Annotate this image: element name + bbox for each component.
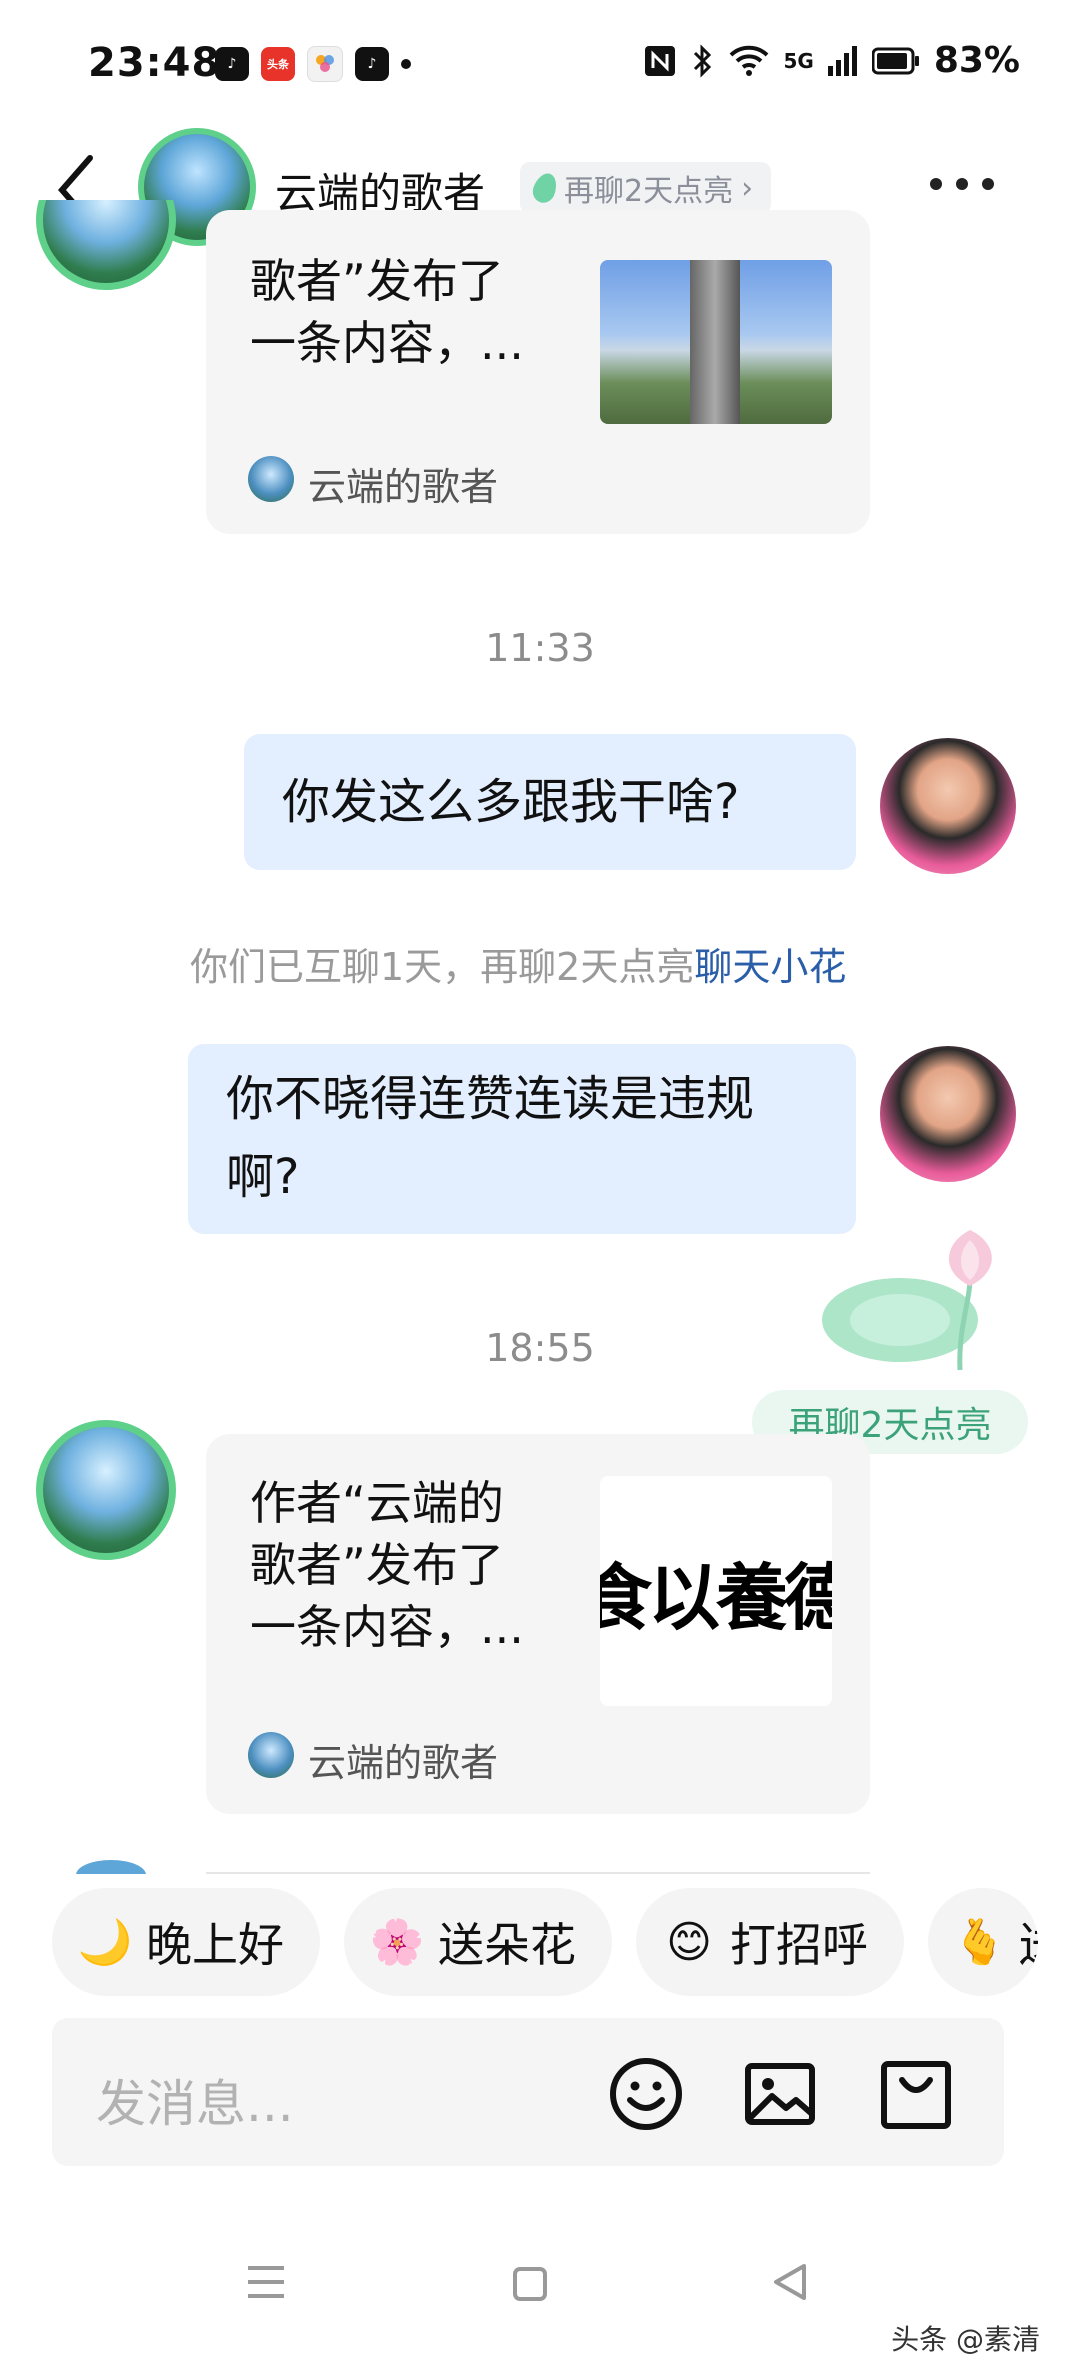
emoji-icon[interactable] [608,2056,684,2132]
quick-reply-label: 打招呼 [730,1918,868,1972]
bluetooth-icon [694,43,712,78]
card-text-line: 歌者”发布了 [250,254,504,308]
more-dot [930,178,942,190]
signal-icon [827,45,857,76]
quick-reply-send-flower[interactable]: 🌸 送朵花 [344,1888,612,1996]
home-icon[interactable] [512,2266,548,2302]
chat-flower-link[interactable]: 聊天小花 [694,945,846,989]
multicolor-app-icon [307,46,343,82]
quick-reply-greet[interactable]: 😊 打招呼 [636,1888,904,1996]
image-icon[interactable] [742,2056,818,2132]
my-avatar[interactable] [880,1046,1016,1182]
streak-chip[interactable]: 再聊2天点亮 › [520,162,772,214]
quick-reply-label: 晚上好 [146,1918,284,1972]
my-message-bubble[interactable]: 你不晓得连赞连读是违规 啊? [188,1044,856,1234]
quick-reply-row: 🌙 晚上好 🌸 送朵花 😊 打招呼 🫰 送 [52,1888,1038,1996]
menu-icon[interactable] [246,2264,286,2300]
card-text-line: 歌者”发布了 [250,1538,504,1592]
wifi-icon [730,45,769,76]
card-author: 云端的歌者 [308,1741,499,1785]
next-message-partial [36,1860,876,1874]
bubble-text-line: 你不晓得连赞连读是违规 [226,1071,755,1127]
quick-reply-send-heart[interactable]: 🫰 送 [928,1888,1038,1996]
battery-level: 83% [933,40,1020,81]
nfc-icon [645,45,676,76]
author-avatar-icon [248,456,294,502]
thumbnail-pole [690,260,740,424]
message-timestamp: 11:33 [485,626,595,670]
card-thumbnail [600,260,832,424]
other-avatar [36,200,176,290]
author-avatar-icon [248,1732,294,1778]
shared-content-card[interactable]: 歌者”发布了 一条内容，... 云端的歌者 [206,210,870,534]
leaf-icon [529,170,561,206]
smile-emoji-icon: 😊 [666,1916,712,1968]
card-author: 云端的歌者 [308,465,499,509]
system-note: 你们已互聊1天，再聊2天点亮聊天小花 [190,936,846,991]
system-note-text: 你们已互聊1天，再聊2天点亮 [190,945,695,989]
other-avatar[interactable] [36,1420,176,1560]
quick-reply-label: 送朵花 [438,1918,576,1972]
calligraphy-text: 食以養德 [600,1554,832,1640]
shared-content-card[interactable]: 作者“云端的 歌者”发布了 一条内容，... 食以養德 云端的歌者 [206,1434,870,1814]
quick-reply-good-evening[interactable]: 🌙 晚上好 [52,1888,320,1996]
status-right-icons: 5G 83% [643,40,1020,81]
streak-chip-label: 再聊2天点亮 [564,174,734,209]
moon-icon: 🌙 [77,1917,133,1968]
card-text-line: 一条内容，... [250,316,524,370]
other-avatar-partial[interactable] [36,200,176,290]
bag-icon[interactable] [878,2056,954,2132]
card-thumbnail: 食以養德 [600,1476,832,1706]
my-message-bubble[interactable]: 你发这么多跟我干啥? [244,734,856,870]
my-avatar[interactable] [880,738,1016,874]
back-triangle-icon[interactable] [770,2262,810,2302]
watermark: 头条 @素清 [891,2323,1040,2356]
status-notification-icons: ♪ 头条 ♪ [215,46,411,82]
quick-reply-label: 送 [1019,1909,1038,1975]
message-timestamp: 18:55 [485,1326,595,1370]
more-dot [982,178,994,190]
card-text-line: 作者“云端的 [250,1476,504,1530]
battery-icon [871,47,919,74]
message-input[interactable]: 发消息... [96,2064,294,2136]
tiktok-icon: ♪ [215,47,249,81]
more-dot [956,178,968,190]
finger-heart-icon: 🫰 [952,1917,1007,1968]
card-text-line: 一条内容，... [250,1600,524,1654]
chevron-right-icon: › [741,170,754,206]
tiktok-lite-icon: ♪ [355,47,389,81]
network-type: 5G [783,48,814,73]
more-notifications-dot [401,59,411,69]
bubble-text-line: 啊? [226,1149,300,1205]
flower-icon: 🌸 [369,1917,425,1968]
toutiao-icon: 头条 [261,47,295,81]
status-time: 23:48 [88,40,221,86]
more-options-button[interactable] [930,178,994,190]
